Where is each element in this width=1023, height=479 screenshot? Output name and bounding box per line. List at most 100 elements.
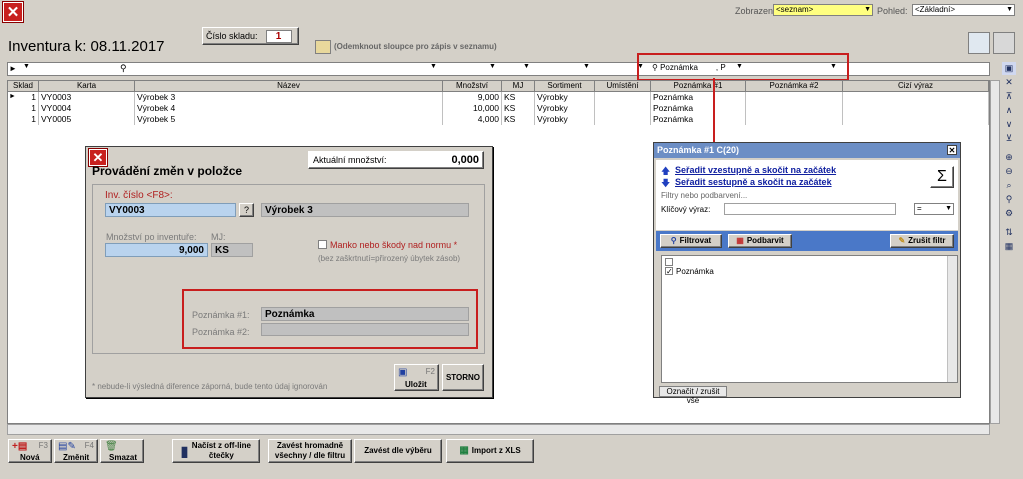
cell: 9,000 (443, 92, 502, 103)
podbarvit-button[interactable]: ▦ Podbarvit (728, 234, 792, 248)
footnote: * nebude-li výsledná diference záporná, … (92, 382, 328, 391)
sigma-button[interactable]: Σ (930, 166, 954, 188)
col-header[interactable]: Umístění (595, 81, 651, 91)
oznacit-tab[interactable]: Označit / zrušit vše (659, 386, 727, 405)
chevron-down-icon[interactable]: ▼ (583, 63, 590, 70)
chevron-down-icon[interactable]: ▼ (523, 63, 530, 70)
pohled-select[interactable]: <Základní> ▼ (912, 4, 1015, 16)
filter-arrow: ► (9, 64, 17, 73)
col-header[interactable]: Sklad (8, 81, 39, 91)
cell (843, 114, 989, 125)
cell: 10,000 (443, 103, 502, 114)
zoom-in-icon[interactable]: ⊕ (1002, 151, 1016, 164)
col-header[interactable]: Poznámka #2 (746, 81, 843, 91)
sklad-value[interactable]: 1 (265, 29, 292, 43)
up-icon[interactable]: ∧ (1002, 104, 1016, 117)
list-scrollbar[interactable] (947, 256, 957, 382)
close-icon[interactable]: ✕ (3, 2, 23, 22)
filter-popup: Poznámka #1 C(20) ✕ 🡅 Seřadit vzestupně … (653, 142, 961, 405)
settings-icon[interactable]: ⚙ (1002, 207, 1016, 220)
cell: Výrobek 3 (135, 92, 443, 103)
popup-title: Poznámka #1 C(20) (657, 145, 740, 155)
cell: 1 (8, 114, 39, 125)
load-reader-label: Načíst z off-line čtečky (191, 441, 251, 460)
import-xls-button[interactable]: ▦ Import z XLS (446, 439, 534, 463)
col-header[interactable]: Množství (443, 81, 502, 91)
apply-selection-button[interactable]: Zavést dle výběru (354, 439, 442, 463)
load-reader-button[interactable]: ▮ Načíst z off-line čtečky (172, 439, 260, 463)
mj-label: MJ: (211, 232, 226, 242)
zoom-out-icon[interactable]: ⊖ (1002, 165, 1016, 178)
checkbox-poznamka[interactable]: ✓ (665, 267, 673, 276)
filter-icon[interactable]: ⚲ (1002, 193, 1016, 206)
new-button[interactable]: +▤ F3 Nová (8, 439, 52, 463)
first-icon[interactable]: ⊼ (1002, 90, 1016, 103)
horizontal-scrollbar[interactable] (7, 424, 990, 435)
sort-asc-link[interactable]: Seřadit vzestupně a skočit na začátek (675, 165, 836, 175)
col-header[interactable]: Karta (39, 81, 135, 91)
cell (595, 114, 651, 125)
table-row[interactable]: 1 VY0005 Výrobek 5 4,000 KS Výrobky Poznámka (8, 114, 989, 125)
table-row[interactable]: 1 VY0004 Výrobek 4 10,000 KS Výrobky Poznámka (8, 103, 989, 114)
row-pointer-icon: ► (9, 93, 16, 100)
last-icon[interactable]: ⊻ (1002, 132, 1016, 145)
col-header[interactable]: Název (135, 81, 443, 91)
cell: VY0003 (39, 92, 135, 103)
close-icon[interactable]: ✕ (947, 145, 957, 155)
lookup-button[interactable]: ? (239, 203, 254, 217)
chevron-down-icon[interactable]: ▼ (23, 63, 30, 70)
grid-icon[interactable]: ▦ (1002, 240, 1016, 253)
delete-button[interactable]: 🗑 Smazat (100, 439, 144, 463)
add-icon: +▤ (12, 441, 28, 452)
col-header[interactable]: Poznámka #1 (651, 81, 746, 91)
zrusit-button[interactable]: ✎ Zrušit filtr (890, 234, 954, 248)
mnozstvi-input[interactable]: 9,000 (105, 243, 208, 257)
cell: 1 (8, 103, 39, 114)
save-button[interactable]: ▣ F2 Uložit (394, 364, 439, 391)
sklad-box: Číslo skladu: 1 (202, 27, 299, 45)
chevron-down-icon[interactable]: ▼ (489, 63, 496, 70)
popup-titlebar: Poznámka #1 C(20) ✕ (654, 143, 960, 158)
sort-desc-link[interactable]: Seřadit sestupně a skočit na začátek (675, 177, 832, 187)
close-x-icon[interactable]: ✕ (1002, 76, 1016, 89)
filtrovat-button[interactable]: ⚲ Filtrovat (660, 234, 722, 248)
printer-icon[interactable] (993, 32, 1015, 54)
col-header[interactable]: Sortiment (535, 81, 595, 91)
save-label: Uložit (405, 380, 427, 389)
link-icon[interactable]: ⚲ (120, 63, 127, 74)
cell: Výrobky (535, 114, 595, 125)
operator-select[interactable]: = ▼ (914, 203, 954, 215)
col-header[interactable]: MJ (502, 81, 535, 91)
col-header[interactable]: Cizí výraz (843, 81, 989, 91)
inv-input[interactable]: VY0003 (105, 203, 236, 217)
cell (746, 103, 843, 114)
down-icon[interactable]: ∨ (1002, 118, 1016, 131)
save-icon: ▣ (398, 367, 408, 378)
akt-label: Aktuální množství: (313, 155, 387, 165)
table-row[interactable]: 1 VY0003 Výrobek 3 9,000 KS Výrobky Poznámka (8, 92, 989, 103)
edit-label: Změnit (63, 453, 90, 462)
bulk-apply-button[interactable]: Zavést hromadně všechny / dle filtru (268, 439, 352, 463)
akt-value: 0,000 (451, 154, 479, 166)
find-icon[interactable]: ⌕ (1002, 179, 1016, 192)
manko-checkbox[interactable] (318, 240, 327, 249)
unlock-columns-icon[interactable] (315, 40, 331, 54)
storno-button[interactable]: STORNO (442, 364, 484, 391)
klic-input[interactable] (724, 203, 896, 215)
zobrazeni-select[interactable]: <seznam> ▼ (773, 4, 873, 16)
cell: Výrobky (535, 92, 595, 103)
nazev-field: Výrobek 3 (261, 203, 469, 217)
edit-button[interactable]: ▤✎ F4 Změnit (54, 439, 98, 463)
vertical-scrollbar[interactable] (990, 80, 1000, 424)
cell: KS (502, 114, 535, 125)
save-icon[interactable]: ▣ (1002, 62, 1016, 75)
cell (746, 114, 843, 125)
delete-label: Smazat (109, 453, 138, 462)
chevron-down-icon[interactable]: ▼ (430, 63, 437, 70)
sort-icon[interactable]: ⇅ (1002, 226, 1016, 239)
checkbox-empty[interactable] (665, 258, 673, 266)
cell: Poznámka (651, 103, 746, 114)
export-icon[interactable] (968, 32, 990, 54)
dialog-title: Provádění změn v položce (92, 164, 243, 178)
zrusit-label: Zrušit filtr (908, 236, 946, 245)
